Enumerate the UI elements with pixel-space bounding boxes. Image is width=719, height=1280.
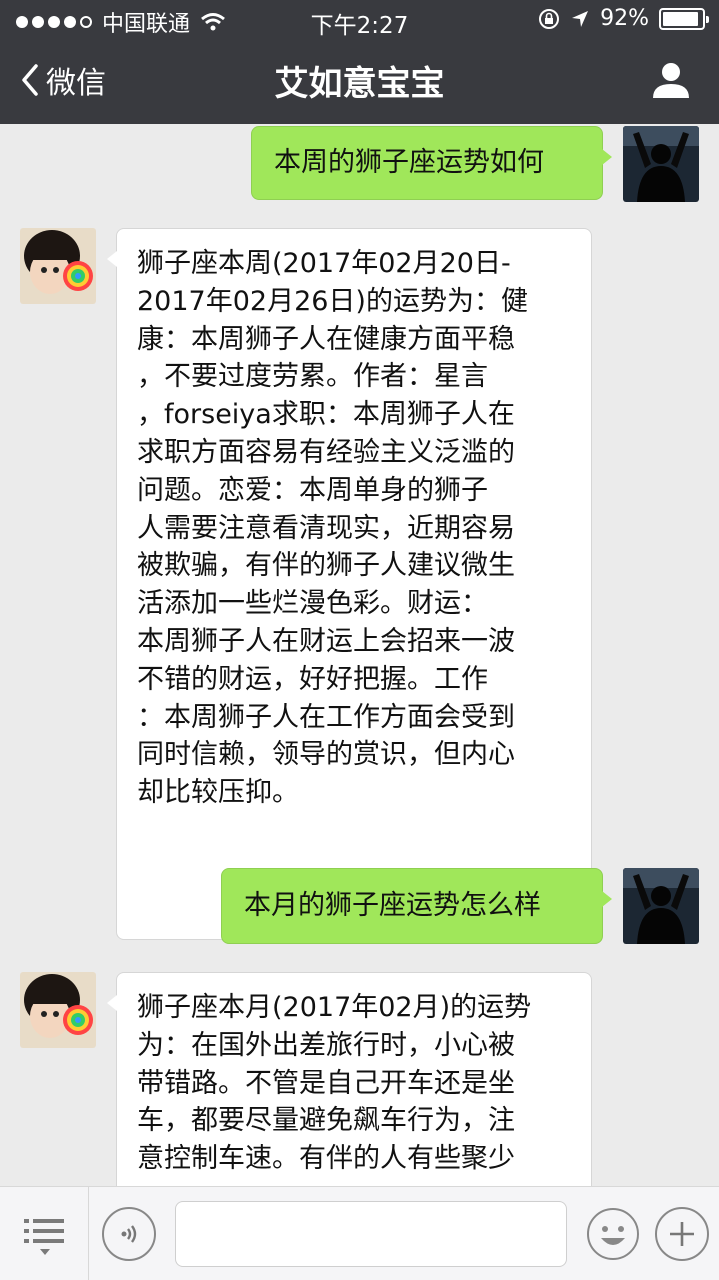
contact-avatar[interactable] [20, 228, 96, 304]
my-avatar[interactable] [623, 868, 699, 944]
message-text: 狮子座本周(2017年02月20日- 2017年02月26日)的运势为：健 康：… [137, 248, 528, 809]
menu-list-icon[interactable] [22, 1213, 68, 1259]
message-text: 狮子座本月(2017年02月)的运势 为：在国外出差旅行时，小心被 带错路。不管… [137, 992, 532, 1175]
plus-button[interactable] [655, 1207, 709, 1261]
chat-title: 艾如意宝宝 [274, 64, 445, 104]
person-icon[interactable] [651, 60, 691, 100]
nav-bar: 微信 艾如意宝宝 [0, 40, 719, 124]
plus-icon [670, 1222, 694, 1246]
sent-message-bubble[interactable]: 本月的狮子座运势怎么样 [221, 868, 612, 944]
emoji-icon[interactable] [586, 1207, 640, 1261]
battery-icon [659, 7, 709, 30]
voice-button[interactable] [102, 1207, 156, 1261]
sent-message-bubble[interactable]: 本周的狮子座运势如何 [251, 126, 612, 200]
input-bar [0, 1186, 719, 1280]
my-avatar[interactable] [623, 126, 699, 202]
message-text: 本月的狮子座运势怎么样 [244, 890, 541, 922]
top-bar: 中国联通 下午2:27 92% 微信 艾如意宝宝 [0, 0, 719, 124]
location-arrow-icon [572, 10, 589, 27]
rotation-lock-icon [539, 8, 560, 29]
received-message-bubble[interactable]: 狮子座本周(2017年02月20日- 2017年02月26日)的运势为：健 康：… [107, 228, 592, 940]
message-text: 本周的狮子座运势如何 [274, 147, 544, 179]
voice-icon [121, 1225, 137, 1243]
divider [88, 1187, 89, 1280]
message-input[interactable] [175, 1201, 567, 1267]
battery-percent: 92% [600, 6, 649, 31]
contact-avatar[interactable] [20, 972, 96, 1048]
chat-area[interactable]: 本周的狮子座运势如何 狮子座本周(2017年02月20日- 2017年02月26… [0, 124, 719, 1186]
status-bar: 中国联通 下午2:27 92% [0, 0, 719, 40]
received-message-bubble[interactable]: 狮子座本月(2017年02月)的运势 为：在国外出差旅行时，小心被 带错路。不管… [107, 972, 592, 1186]
